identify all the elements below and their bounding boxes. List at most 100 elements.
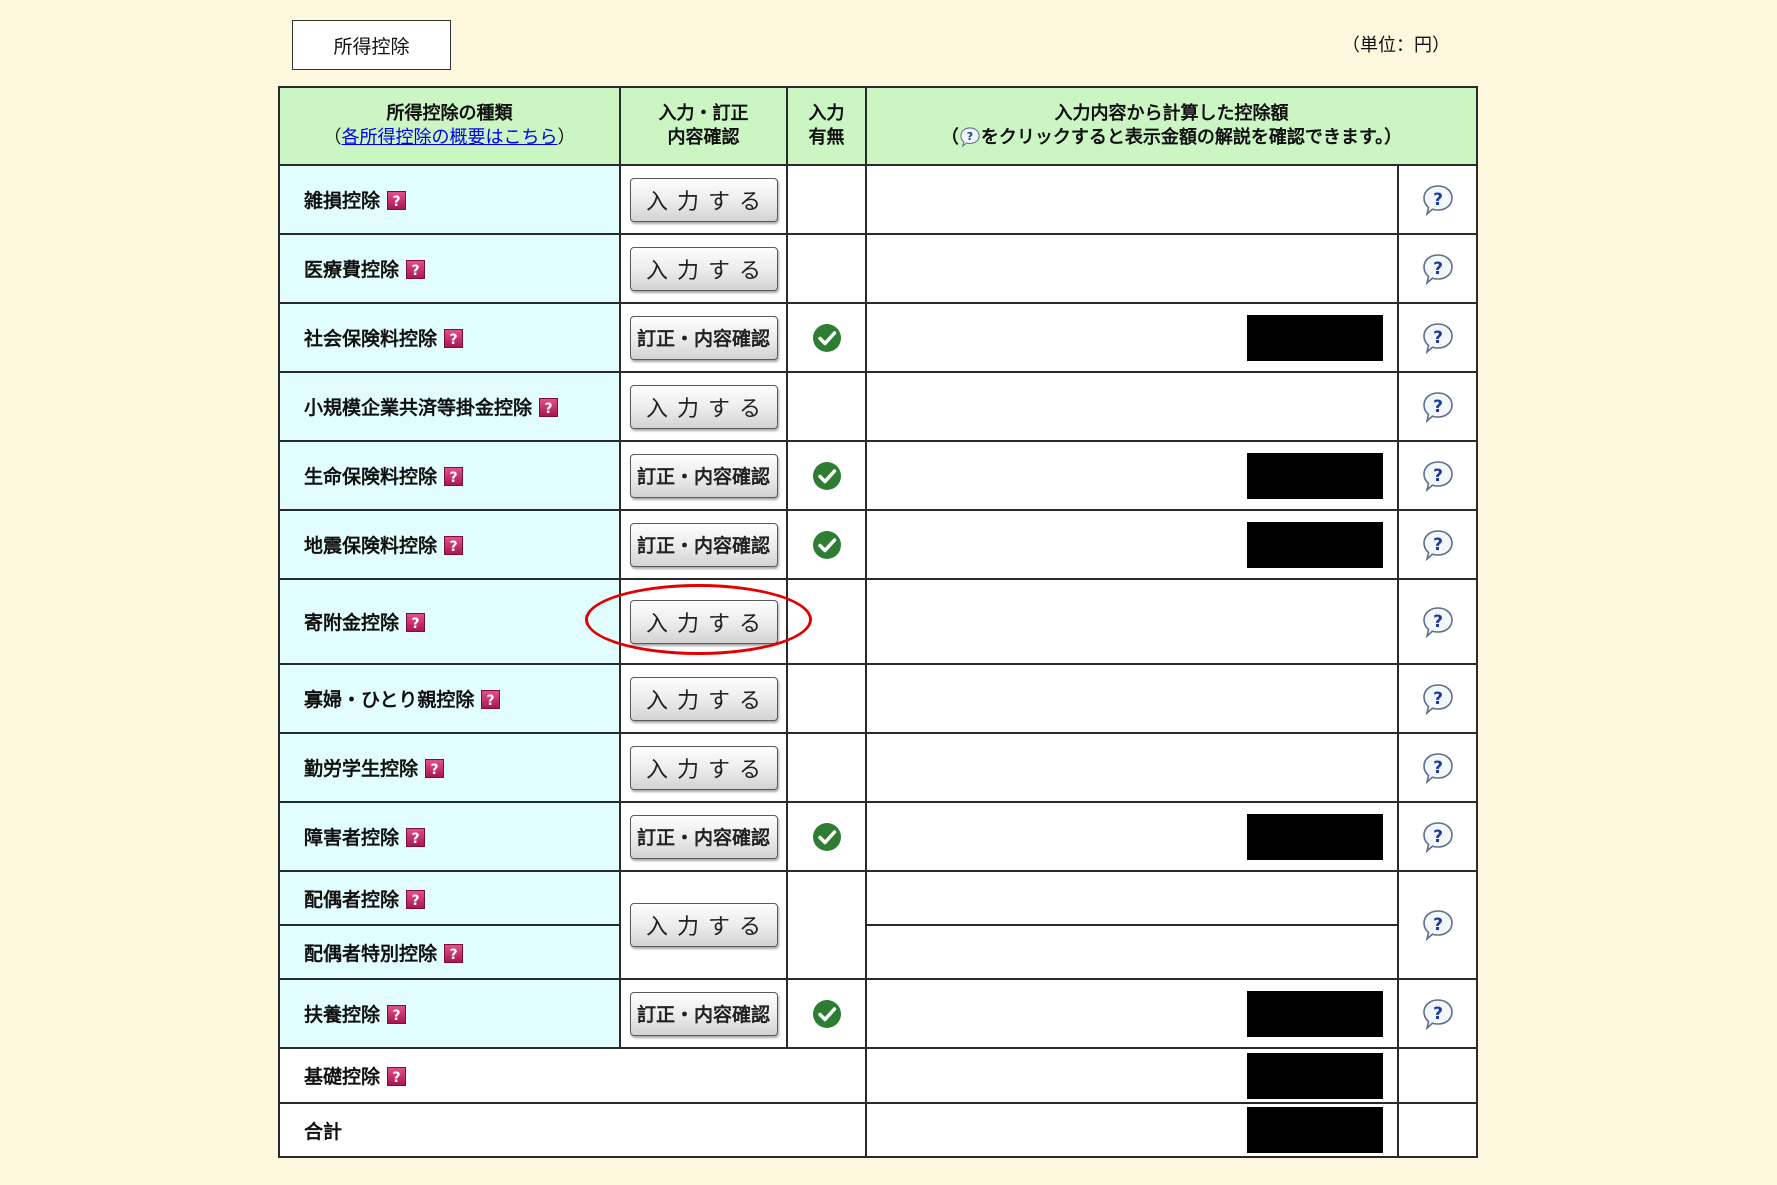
deduction-label: 配偶者控除 xyxy=(304,888,400,911)
question-bubble-icon[interactable] xyxy=(1421,528,1455,562)
label-cell: 雑損控除 xyxy=(278,164,621,235)
help-icon[interactable] xyxy=(387,1067,406,1086)
help-icon[interactable] xyxy=(444,944,463,963)
action-cell: 訂正・内容確認 xyxy=(619,440,788,511)
header-amount-line2: （ をクリックすると表示金額の解説を確認できます。） xyxy=(867,126,1476,150)
input-button[interactable]: 入力する xyxy=(629,676,778,721)
amount-cell xyxy=(865,440,1399,511)
check-icon xyxy=(812,999,842,1029)
help-icon[interactable] xyxy=(444,536,463,555)
redacted-amount xyxy=(1247,1107,1383,1153)
redacted-amount xyxy=(1247,1052,1383,1099)
revise-confirm-button[interactable]: 訂正・内容確認 xyxy=(629,991,778,1036)
action-cell: 入力する xyxy=(619,233,788,304)
revise-confirm-button[interactable]: 訂正・内容確認 xyxy=(629,453,778,498)
amount-cell xyxy=(865,509,1399,580)
deduction-label: 基礎控除 xyxy=(304,1066,381,1088)
question-bubble-icon[interactable] xyxy=(1421,183,1455,217)
help-icon[interactable] xyxy=(387,191,406,210)
explanation-cell xyxy=(1396,978,1479,1049)
entered-cell xyxy=(786,440,867,511)
help-icon[interactable] xyxy=(406,260,425,279)
help-icon[interactable] xyxy=(444,467,463,486)
question-bubble-icon[interactable] xyxy=(1421,820,1455,854)
input-button[interactable]: 入力する xyxy=(629,599,778,644)
deduction-label: 扶養控除 xyxy=(304,1004,381,1026)
label-cell: 寄附金控除 xyxy=(278,578,621,665)
entered-cell xyxy=(786,663,867,734)
help-icon[interactable] xyxy=(406,828,425,847)
deduction-row: 寄附金控除 入力する xyxy=(278,578,1479,665)
action-cell: 入力する xyxy=(619,870,788,980)
help-icon[interactable] xyxy=(481,690,500,709)
label-cell: 合計 xyxy=(278,1102,867,1158)
revise-confirm-button[interactable]: 訂正・内容確認 xyxy=(629,522,778,567)
amount-cell xyxy=(865,371,1399,442)
question-bubble-icon[interactable] xyxy=(1421,997,1455,1031)
overview-link[interactable]: 各所得控除の概要はこちら xyxy=(342,127,558,148)
label-cell: 生命保険料控除 xyxy=(278,440,621,511)
revise-confirm-button[interactable]: 訂正・内容確認 xyxy=(629,814,778,859)
help-icon[interactable] xyxy=(406,890,425,909)
input-button[interactable]: 入力する xyxy=(629,384,778,429)
revise-confirm-button[interactable]: 訂正・内容確認 xyxy=(629,315,778,360)
amount-cell xyxy=(865,233,1399,304)
header-input-line1: 入力・訂正 xyxy=(658,103,749,124)
entered-cell xyxy=(786,870,867,980)
deduction-label: 寄附金控除 xyxy=(304,612,400,634)
entered-cell xyxy=(786,978,867,1049)
deduction-label: 小規模企業共済等掛金控除 xyxy=(304,397,533,419)
label-cell: 小規模企業共済等掛金控除 xyxy=(278,371,621,442)
redacted-amount xyxy=(1247,990,1383,1037)
question-bubble-icon[interactable] xyxy=(1421,390,1455,424)
deduction-row: 障害者控除 訂正・内容確認 xyxy=(278,801,1479,872)
explanation-cell xyxy=(1396,578,1479,665)
deductions-table: 所得控除の種類 （各所得控除の概要はこちら） 入力・訂正 内容確認 入力 有無 … xyxy=(278,86,1479,1158)
question-bubble-icon[interactable] xyxy=(1421,682,1455,716)
entered-cell xyxy=(786,164,867,235)
paren-open: （ xyxy=(323,127,342,148)
help-icon[interactable] xyxy=(387,1005,406,1024)
question-bubble-icon[interactable] xyxy=(1421,605,1455,639)
help-icon[interactable] xyxy=(406,613,425,632)
deduction-row: 生命保険料控除 訂正・内容確認 xyxy=(278,440,1479,511)
explanation-cell xyxy=(1396,732,1479,803)
deduction-label: 寡婦・ひとり親控除 xyxy=(304,689,475,711)
input-button[interactable]: 入力する xyxy=(629,903,778,947)
header-type-link-line: （各所得控除の概要はこちら） xyxy=(280,126,619,150)
question-bubble-icon[interactable] xyxy=(1421,908,1455,942)
amount-cell xyxy=(865,870,1399,926)
header-status-line1: 入力 xyxy=(808,103,845,124)
header-amount-line1: 入力内容から計算した控除額 xyxy=(1054,103,1289,124)
section-tab: 所得控除 xyxy=(292,20,451,70)
entered-cell xyxy=(786,509,867,580)
question-bubble-icon[interactable] xyxy=(1421,459,1455,493)
help-icon[interactable] xyxy=(444,329,463,348)
question-bubble-icon[interactable] xyxy=(1421,252,1455,286)
entered-cell xyxy=(786,732,867,803)
explanation-cell xyxy=(1396,801,1479,872)
entered-cell xyxy=(786,233,867,304)
question-bubble-icon[interactable] xyxy=(1421,321,1455,355)
deduction-label: 生命保険料控除 xyxy=(304,466,438,488)
deduction-label: 勤労学生控除 xyxy=(304,758,419,780)
help-icon[interactable] xyxy=(539,398,558,417)
deduction-label: 医療費控除 xyxy=(304,259,400,281)
header-status: 入力 有無 xyxy=(786,86,867,166)
help-icon[interactable] xyxy=(425,759,444,778)
deduction-row: 勤労学生控除 入力する xyxy=(278,732,1479,803)
unit-label: （単位：円） xyxy=(1342,35,1450,56)
paren-close: ） xyxy=(557,127,576,148)
amount-cell xyxy=(865,924,1399,980)
label-cell: 扶養控除 xyxy=(278,978,621,1049)
explanation-cell xyxy=(1396,302,1479,373)
action-cell: 入力する xyxy=(619,164,788,235)
check-icon xyxy=(812,822,842,852)
input-button[interactable]: 入力する xyxy=(629,745,778,790)
question-bubble-icon[interactable] xyxy=(1421,751,1455,785)
explanation-cell xyxy=(1396,371,1479,442)
empty-cell xyxy=(1396,1102,1479,1158)
label-cell: 地震保険料控除 xyxy=(278,509,621,580)
input-button[interactable]: 入力する xyxy=(629,246,778,291)
input-button[interactable]: 入力する xyxy=(629,177,778,222)
